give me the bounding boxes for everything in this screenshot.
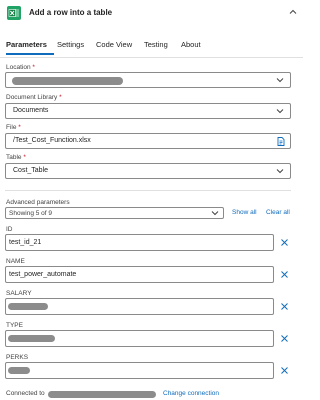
remove-name-icon[interactable] xyxy=(280,270,289,279)
redacted-value xyxy=(8,303,48,310)
perks-input[interactable] xyxy=(5,362,274,379)
connected-to-label: Connected to xyxy=(6,390,45,397)
advanced-parameters-dropdown[interactable]: Showing 5 of 9 xyxy=(5,207,224,219)
document-library-value: Documents xyxy=(13,107,49,114)
param-label-salary: SALARY xyxy=(6,290,32,297)
file-input[interactable]: /Test_Cost_Function.xlsx xyxy=(5,133,291,149)
change-connection-link[interactable]: Change connection xyxy=(163,390,219,397)
redacted-connection xyxy=(48,391,156,398)
location-label: Location * xyxy=(6,64,35,71)
name-value: test_power_automate xyxy=(9,270,77,278)
table-label: Table * xyxy=(6,154,26,161)
tab-code-view[interactable]: Code View xyxy=(96,40,132,49)
file-label: File * xyxy=(6,124,21,131)
remove-id-icon[interactable] xyxy=(280,238,289,247)
name-input[interactable]: test_power_automate xyxy=(5,266,274,283)
table-value: Cost_Table xyxy=(13,167,49,174)
chevron-down-icon xyxy=(276,169,284,174)
param-label-type: TYPE xyxy=(6,322,23,329)
param-label-name: NAME xyxy=(6,258,25,265)
tab-parameters[interactable]: Parameters xyxy=(6,40,47,49)
clear-all-link[interactable]: Clear all xyxy=(266,209,290,216)
tab-testing[interactable]: Testing xyxy=(144,40,168,49)
advanced-selected-value: Showing 5 of 9 xyxy=(9,209,53,217)
redacted-value xyxy=(12,77,123,85)
tab-bar: Parameters Settings Code View Testing Ab… xyxy=(0,38,303,56)
card-header: Add a row into a table xyxy=(0,0,303,27)
id-value: test_id_21 xyxy=(9,238,42,246)
document-library-label: Document Library * xyxy=(6,94,62,101)
redacted-value xyxy=(8,335,55,342)
document-library-dropdown[interactable]: Documents xyxy=(5,103,291,119)
location-dropdown[interactable] xyxy=(5,72,291,88)
file-value: /Test_Cost_Function.xlsx xyxy=(13,137,91,144)
param-label-id: ID xyxy=(6,226,13,233)
id-input[interactable]: test_id_21 xyxy=(5,234,274,251)
type-input[interactable] xyxy=(5,330,274,347)
tab-about[interactable]: About xyxy=(181,40,201,49)
show-all-link[interactable]: Show all xyxy=(232,209,257,216)
remove-perks-icon[interactable] xyxy=(280,366,289,375)
chevron-down-icon xyxy=(276,78,284,83)
chevron-down-icon xyxy=(211,211,219,216)
tab-divider xyxy=(0,57,303,58)
advanced-parameters-label: Advanced parameters xyxy=(6,199,70,206)
action-title: Add a row into a table xyxy=(29,8,113,17)
tab-settings[interactable]: Settings xyxy=(57,40,84,49)
remove-type-icon[interactable] xyxy=(280,334,289,343)
section-divider xyxy=(5,190,291,191)
table-dropdown[interactable]: Cost_Table xyxy=(5,163,291,179)
redacted-value xyxy=(8,367,30,374)
salary-input[interactable] xyxy=(5,298,274,315)
param-label-perks: PERKS xyxy=(6,354,29,361)
remove-salary-icon[interactable] xyxy=(280,302,289,311)
active-tab-indicator xyxy=(6,53,54,55)
chevron-up-icon[interactable] xyxy=(288,7,298,17)
excel-icon xyxy=(7,6,21,20)
file-picker-icon[interactable] xyxy=(277,137,285,146)
chevron-down-icon xyxy=(276,109,284,114)
